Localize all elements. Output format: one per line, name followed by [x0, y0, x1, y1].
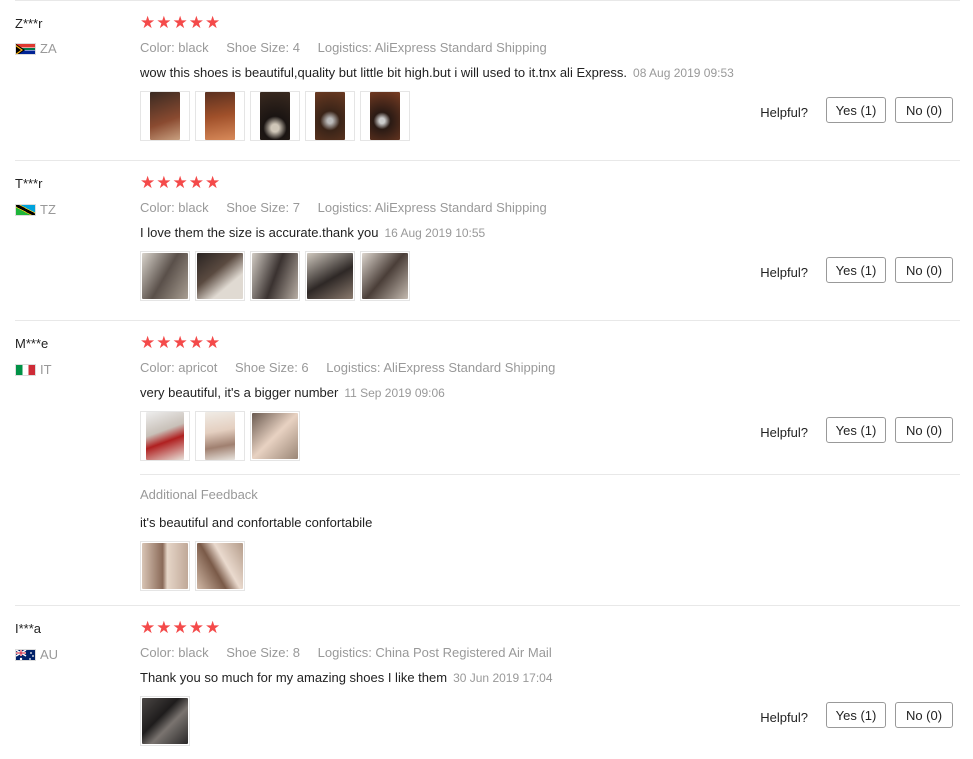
- review-photo[interactable]: [195, 91, 245, 141]
- review-text: very beautiful, it's a bigger number 11 S…: [140, 385, 445, 400]
- country-code: AU: [40, 647, 59, 662]
- helpful-no-button[interactable]: No (0): [895, 417, 953, 443]
- photo-strip: [140, 91, 410, 141]
- reviewer-country: AU: [15, 647, 58, 662]
- country-code: IT: [40, 362, 52, 377]
- additional-photo-strip: [140, 541, 245, 591]
- helpful-controls: Helpful? Yes (1) No (0): [760, 417, 953, 443]
- reviewer-country: IT: [15, 362, 52, 377]
- logistics-attr: Logistics: AliExpress Standard Shipping: [317, 40, 547, 55]
- review-photo[interactable]: [195, 411, 245, 461]
- review-photo[interactable]: [305, 91, 355, 141]
- helpful-label: Helpful?: [760, 709, 808, 725]
- size-attr: Shoe Size: 6: [234, 360, 309, 375]
- review-photo[interactable]: [195, 251, 245, 301]
- size-attr: Shoe Size: 4: [226, 40, 300, 55]
- flag-za-icon: [15, 42, 36, 55]
- flag-tz-icon: [15, 203, 36, 216]
- review-body: very beautiful, it's a bigger number: [140, 385, 339, 400]
- reviewer-country: TZ: [15, 202, 56, 217]
- helpful-label: Helpful?: [760, 424, 808, 440]
- helpful-yes-button[interactable]: Yes (1): [826, 257, 886, 283]
- review-text: Thank you so much for my amazing shoes I…: [140, 670, 553, 685]
- photo-strip: [140, 251, 410, 301]
- helpful-controls: Helpful? Yes (1) No (0): [760, 702, 953, 728]
- additional-feedback-label: Additional Feedback: [140, 487, 258, 502]
- review-body: wow this shoes is beautiful,quality but …: [140, 65, 628, 80]
- reviewer-name: T***r: [15, 176, 43, 191]
- star-rating: ★★★★★: [140, 173, 222, 192]
- photo-strip: [140, 411, 300, 461]
- color-attr: Color: black: [140, 40, 209, 55]
- review-photo[interactable]: [140, 541, 190, 591]
- review-date: 16 Aug 2019 10:55: [384, 226, 486, 240]
- review-photo[interactable]: [195, 541, 245, 591]
- review-date: 30 Jun 2019 17:04: [453, 671, 553, 685]
- helpful-label: Helpful?: [760, 264, 808, 280]
- review-body: Thank you so much for my amazing shoes I…: [140, 670, 448, 685]
- logistics-attr: Logistics: AliExpress Standard Shipping: [317, 200, 547, 215]
- review-photo[interactable]: [360, 251, 410, 301]
- helpful-controls: Helpful? Yes (1) No (0): [760, 257, 953, 283]
- review-meta: Color: black Shoe Size: 7 Logistics: Ali…: [140, 200, 561, 215]
- color-attr: Color: black: [140, 200, 209, 215]
- separator: [15, 160, 960, 161]
- review-photo[interactable]: [360, 91, 410, 141]
- helpful-yes-button[interactable]: Yes (1): [826, 417, 886, 443]
- size-attr: Shoe Size: 8: [226, 645, 300, 660]
- helpful-yes-button[interactable]: Yes (1): [826, 97, 886, 123]
- reviewer-name: I***a: [15, 621, 42, 636]
- helpful-controls: Helpful? Yes (1) No (0): [760, 97, 953, 123]
- review-date: 11 Sep 2019 09:06: [344, 386, 445, 400]
- review-body: I love them the size is accurate.thank y…: [140, 225, 379, 240]
- helpful-no-button[interactable]: No (0): [895, 257, 953, 283]
- size-attr: Shoe Size: 7: [226, 200, 300, 215]
- photo-strip: [140, 696, 190, 746]
- logistics-attr: Logistics: China Post Registered Air Mai…: [317, 645, 552, 660]
- reviewer-country: ZA: [15, 41, 57, 56]
- separator: [15, 605, 960, 606]
- star-rating: ★★★★★: [140, 13, 222, 32]
- review-photo[interactable]: [140, 696, 190, 746]
- color-attr: Color: black: [140, 645, 209, 660]
- helpful-no-button[interactable]: No (0): [895, 702, 953, 728]
- review-photo[interactable]: [305, 251, 355, 301]
- reviewer-name: M***e: [15, 336, 49, 351]
- separator: [15, 320, 960, 321]
- helpful-label: Helpful?: [760, 104, 808, 120]
- review-photo[interactable]: [140, 251, 190, 301]
- review-text: I love them the size is accurate.thank y…: [140, 225, 485, 240]
- color-attr: Color: apricot: [140, 360, 218, 375]
- review-photo[interactable]: [140, 411, 190, 461]
- review-photo[interactable]: [140, 91, 190, 141]
- review-photo[interactable]: [250, 251, 300, 301]
- flag-it-icon: [15, 363, 36, 376]
- star-rating: ★★★★★: [140, 618, 222, 637]
- review-text: wow this shoes is beautiful,quality but …: [140, 65, 734, 80]
- review-meta: Color: black Shoe Size: 8 Logistics: Chi…: [140, 645, 566, 660]
- additional-feedback-separator: [140, 474, 960, 475]
- helpful-yes-button[interactable]: Yes (1): [826, 702, 886, 728]
- star-rating: ★★★★★: [140, 333, 222, 352]
- review-photo[interactable]: [250, 411, 300, 461]
- review-meta: Color: black Shoe Size: 4 Logistics: Ali…: [140, 40, 561, 55]
- separator: [15, 0, 960, 1]
- logistics-attr: Logistics: AliExpress Standard Shipping: [326, 360, 556, 375]
- helpful-no-button[interactable]: No (0): [895, 97, 953, 123]
- additional-feedback-text: it's beautiful and confortable confortab…: [140, 515, 373, 530]
- country-code: ZA: [40, 41, 57, 56]
- flag-au-icon: [15, 648, 36, 661]
- reviewer-name: Z***r: [15, 16, 43, 31]
- review-meta: Color: apricot Shoe Size: 6 Logistics: A…: [140, 360, 569, 375]
- review-date: 08 Aug 2019 09:53: [633, 66, 734, 80]
- country-code: TZ: [40, 202, 56, 217]
- review-photo[interactable]: [250, 91, 300, 141]
